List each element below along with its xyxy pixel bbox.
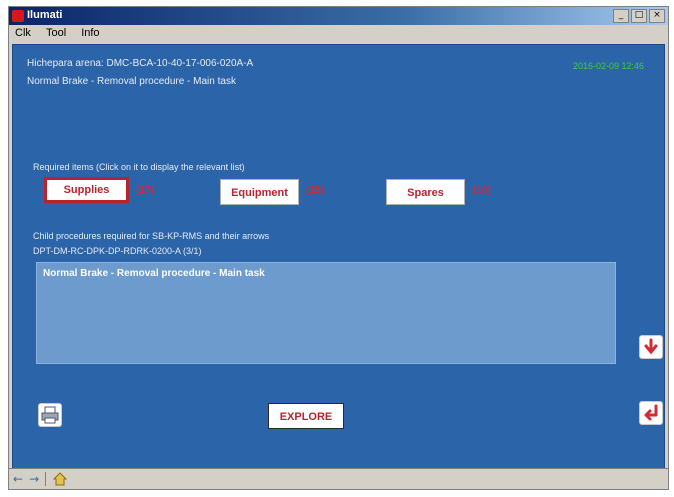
main-panel: Hichepara arena: DMC-BCA-10-40-17-006-02…	[12, 44, 665, 469]
maximize-button[interactable]: □	[631, 9, 647, 23]
menu-item-info[interactable]: Info	[75, 25, 105, 41]
printer-icon	[41, 406, 59, 424]
close-button[interactable]: ×	[649, 9, 665, 23]
window-controls: _ □ ×	[613, 9, 665, 23]
divider	[45, 472, 47, 486]
app-logo-icon	[12, 10, 24, 22]
app-window: Ilumati _ □ × Clk Tool Info Hichepara ar…	[8, 6, 669, 490]
required-items-prompt: Required items (Click on it to display t…	[33, 162, 245, 172]
home-icon[interactable]	[52, 471, 68, 487]
window-title: Ilumati	[27, 9, 63, 21]
title-bar: Ilumati _ □ ×	[9, 7, 668, 25]
procedure-title-text: Normal Brake - Removal procedure - Main …	[27, 76, 236, 87]
enter-button[interactable]	[639, 401, 663, 425]
print-button[interactable]	[38, 403, 62, 427]
enter-return-icon	[644, 404, 658, 421]
procedure-list[interactable]: Normal Brake - Removal procedure - Main …	[36, 262, 616, 364]
child-procedures-label: Child procedures required for SB-KP-RMS …	[33, 231, 270, 241]
scroll-down-button[interactable]	[639, 335, 663, 359]
spares-count: (10)	[473, 185, 491, 196]
supplies-count: (17)	[136, 185, 154, 196]
minimize-button[interactable]: _	[613, 9, 629, 23]
list-item[interactable]: Normal Brake - Removal procedure - Main …	[43, 268, 265, 279]
supplies-button[interactable]: Supplies	[44, 177, 129, 203]
equipment-button[interactable]: Equipment	[220, 179, 299, 205]
equipment-count: (18)	[306, 185, 324, 196]
child-procedure-code: DPT-DM-RC-DPK-DP-RDRK-0200-A (3/1)	[33, 246, 202, 256]
arrow-down-icon	[644, 338, 658, 355]
spares-button[interactable]: Spares	[386, 179, 465, 205]
forward-arrow-icon[interactable]: →	[29, 472, 39, 486]
dmc-code-text: Hichepara arena: DMC-BCA-10-40-17-006-02…	[27, 58, 254, 69]
menu-item-clk[interactable]: Clk	[9, 25, 37, 41]
explore-button[interactable]: EXPLORE	[268, 403, 344, 429]
datetime-text: 2016-02-09 12:46	[572, 61, 644, 71]
status-bar: ← →	[9, 468, 668, 489]
back-arrow-icon[interactable]: ←	[13, 472, 23, 486]
menu-bar: Clk Tool Info	[9, 25, 668, 43]
menu-item-tool[interactable]: Tool	[40, 25, 72, 41]
